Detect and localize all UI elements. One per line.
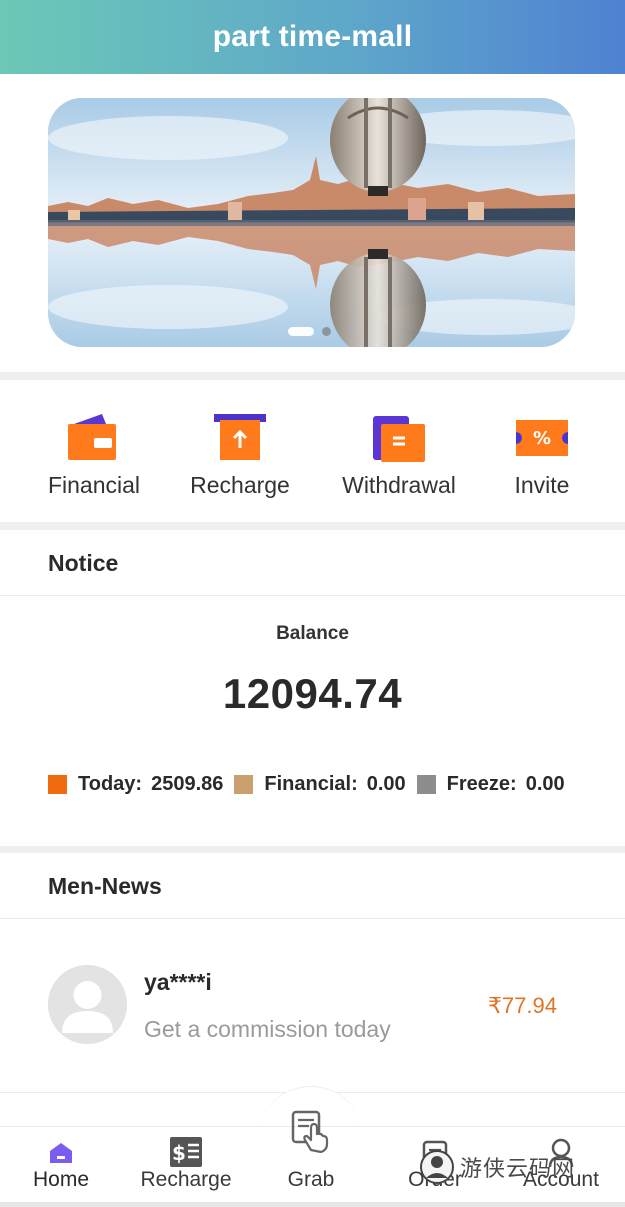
banner-section	[0, 74, 625, 372]
tab-label: Recharge	[140, 1168, 232, 1191]
stat-freeze: Freeze: 0.00	[416, 773, 565, 796]
recharge-action[interactable]: Recharge	[165, 380, 315, 522]
stat-label: Financial:	[264, 773, 358, 795]
stat-label: Today:	[78, 773, 143, 795]
tab-label: Home	[32, 1168, 90, 1191]
news-amount: ₹77.94	[487, 993, 557, 1018]
balance-stats: Today: 2509.86 Financial: 0.00 Freeze: 0…	[48, 773, 576, 796]
carousel-dot[interactable]	[322, 327, 331, 336]
divider	[0, 595, 625, 596]
notice-title[interactable]: Notice	[48, 550, 118, 577]
bottom-strip	[0, 1202, 625, 1207]
quick-action-label: Invite	[514, 472, 570, 498]
svg-text:%: %	[533, 428, 551, 449]
news-item: ya****i Get a commission today ₹77.94	[0, 919, 625, 1092]
tab-home[interactable]: Home	[6, 1126, 116, 1202]
svg-text:$: $	[172, 1141, 186, 1165]
notice-section: Notice Balance 12094.74 Today: 2509.86 F…	[0, 530, 625, 846]
page-title: part time-mall	[212, 20, 413, 53]
dollar-receipt-icon: $	[170, 1137, 202, 1167]
today-swatch	[48, 775, 67, 794]
stat-value: 0.00	[366, 773, 406, 795]
quick-action-label: Recharge	[190, 472, 290, 498]
wallet-icon	[68, 414, 116, 460]
tab-label: Grab	[287, 1168, 335, 1191]
watermark: 游侠云码网	[418, 1148, 575, 1186]
home-icon	[50, 1143, 72, 1163]
stat-value: 2509.86	[151, 773, 224, 795]
news-username: ya****i	[144, 969, 212, 995]
tab-recharge[interactable]: $ Recharge	[131, 1126, 241, 1202]
coupon-icon: %	[516, 420, 568, 456]
avatar	[48, 965, 127, 1044]
withdrawal-action[interactable]: Withdrawal	[324, 380, 474, 522]
financial-swatch	[234, 775, 254, 794]
carousel-indicator	[288, 327, 331, 336]
stat-value: 0.00	[525, 773, 565, 795]
recharge-icon	[214, 414, 266, 460]
watermark-logo-icon	[420, 1150, 454, 1184]
stat-today: Today: 2509.86	[48, 773, 223, 796]
invite-action[interactable]: % Invite	[467, 380, 617, 522]
carousel-dot-active[interactable]	[288, 327, 314, 336]
balance-label: Balance	[276, 623, 349, 644]
banner-image	[48, 98, 575, 347]
stat-label: Freeze:	[446, 773, 517, 795]
user-avatar-icon	[48, 965, 127, 1044]
banner-carousel[interactable]	[48, 98, 575, 347]
hand-tap-icon	[291, 1110, 329, 1154]
news-title: Men-News	[48, 873, 162, 899]
app-header: part time-mall	[0, 0, 625, 74]
news-description: Get a commission today	[144, 1016, 391, 1042]
watermark-text: 游侠云码网	[460, 1157, 576, 1182]
quick-actions: Financial Recharge Withdrawal % Invite	[0, 380, 625, 522]
stat-financial: Financial: 0.00	[234, 773, 406, 796]
withdrawal-icon	[373, 416, 425, 462]
financial-action[interactable]: Financial	[19, 380, 169, 522]
quick-action-label: Financial	[47, 472, 141, 498]
freeze-swatch	[416, 775, 436, 794]
tab-grab[interactable]: Grab	[256, 1106, 366, 1202]
balance-value: 12094.74	[222, 670, 403, 717]
quick-action-label: Withdrawal	[342, 472, 456, 498]
